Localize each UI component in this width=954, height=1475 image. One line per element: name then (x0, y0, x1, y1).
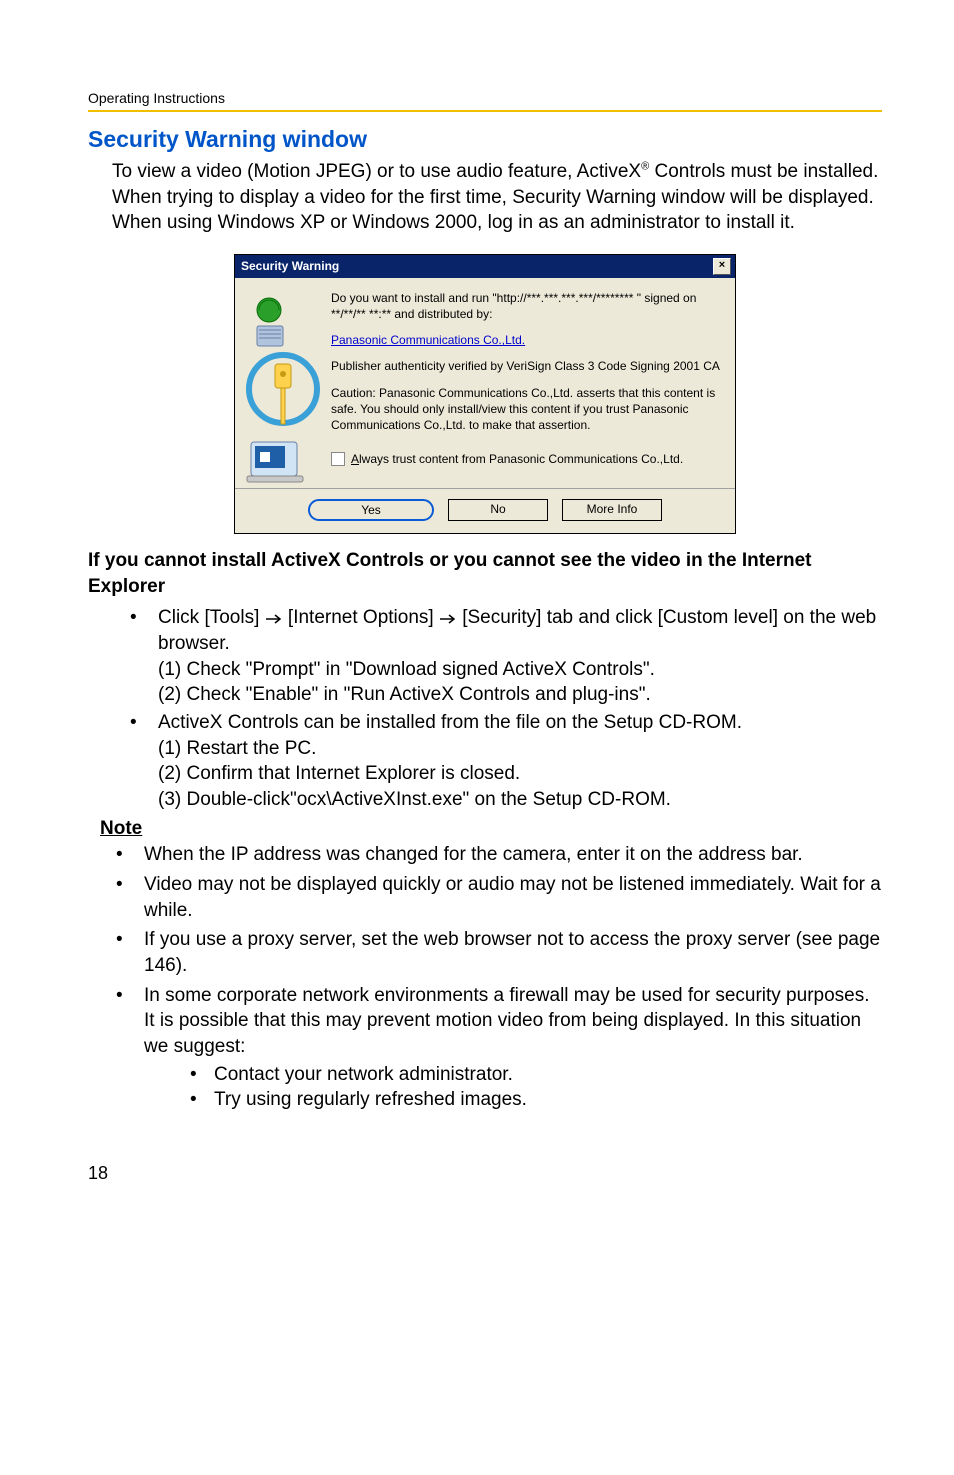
dialog-footer: Yes No More Info (235, 488, 735, 533)
note-list: When the IP address was changed for the … (88, 842, 882, 1112)
list-item: Click [Tools] [Internet Options] [Securi… (112, 605, 882, 708)
dialog-title: Security Warning (241, 259, 339, 273)
inner-list: Contact your network administrator. Try … (144, 1062, 882, 1113)
list-item: Video may not be displayed quickly or au… (98, 872, 882, 923)
checkbox-icon[interactable] (331, 452, 345, 466)
always-trust-row[interactable]: Always trust content from Panasonic Comm… (331, 451, 725, 467)
list-item: ActiveX Controls can be installed from t… (112, 710, 882, 813)
list-item: In some corporate network environments a… (98, 983, 882, 1113)
dialog-line1: Do you want to install and run "http://*… (331, 290, 725, 322)
running-header: Operating Instructions (88, 90, 882, 112)
text: [Internet Options] (288, 607, 434, 628)
registered-mark: ® (641, 161, 649, 173)
page: Operating Instructions Security Warning … (0, 0, 954, 1224)
intro-paragraph: To view a video (Motion JPEG) or to use … (112, 159, 882, 236)
dialog-body: Do you want to install and run "http://*… (235, 278, 735, 488)
dialog-screenshot: Security Warning × (88, 254, 882, 534)
dialog-line3: Caution: Panasonic Communications Co.,Lt… (331, 385, 725, 434)
instruction-list: Click [Tools] [Internet Options] [Securi… (88, 605, 882, 812)
substep: (1) Restart the PC. (158, 736, 882, 762)
substep: (1) Check "Prompt" in "Download signed A… (158, 657, 882, 683)
list-item: If you use a proxy server, set the web b… (98, 927, 882, 978)
dialog-icon (245, 290, 331, 484)
yes-button[interactable]: Yes (308, 499, 434, 521)
substep: (3) Double-click"ocx\ActiveXInst.exe" on… (158, 787, 882, 813)
dialog-text: Do you want to install and run "http://*… (331, 290, 725, 484)
substep: (2) Check "Enable" in "Run ActiveX Contr… (158, 682, 882, 708)
page-number: 18 (88, 1163, 882, 1184)
sub-heading: If you cannot install ActiveX Controls o… (88, 548, 882, 599)
dialog-line2: Publisher authenticity verified by VeriS… (331, 358, 725, 374)
more-info-button[interactable]: More Info (562, 499, 662, 521)
list-item: When the IP address was changed for the … (98, 842, 882, 868)
no-button[interactable]: No (448, 499, 548, 521)
always-trust-label: Always trust content from Panasonic Comm… (351, 451, 683, 467)
close-icon[interactable]: × (713, 258, 731, 275)
section-title: Security Warning window (88, 126, 882, 153)
security-warning-dialog: Security Warning × (234, 254, 736, 534)
list-item: Contact your network administrator. (180, 1062, 882, 1088)
substep: (2) Confirm that Internet Explorer is cl… (158, 761, 882, 787)
text: ActiveX Controls can be installed from t… (158, 712, 742, 733)
text: In some corporate network environments a… (144, 985, 870, 1057)
arrow-icon (265, 605, 283, 631)
dialog-titlebar: Security Warning × (235, 255, 735, 278)
arrow-icon (439, 605, 457, 631)
list-item: Try using regularly refreshed images. (180, 1087, 882, 1113)
publisher-link[interactable]: Panasonic Communications Co.,Ltd. (331, 333, 525, 347)
note-label: Note (100, 818, 882, 840)
text: Click [Tools] (158, 607, 259, 628)
intro-text-a: To view a video (Motion JPEG) or to use … (112, 161, 641, 182)
